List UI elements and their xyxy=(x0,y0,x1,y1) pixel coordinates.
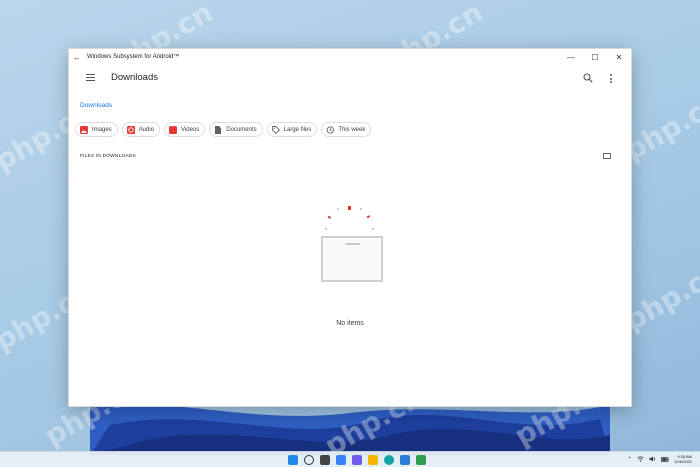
taskbar-apps xyxy=(288,455,426,465)
task-view-icon[interactable] xyxy=(320,455,330,465)
chip-label: Images xyxy=(92,126,112,133)
video-icon xyxy=(169,125,178,134)
chip-this-week[interactable]: This week xyxy=(321,122,372,137)
empty-message: No items xyxy=(336,320,364,327)
hamburger-menu-icon[interactable] xyxy=(86,74,95,81)
battery-icon[interactable] xyxy=(661,456,670,462)
app-bar: Downloads xyxy=(69,65,631,93)
search-icon[interactable] xyxy=(583,73,593,83)
image-icon xyxy=(80,125,88,134)
app-window: ← Windows Subsystem for Android™ — ☐ ✕ D… xyxy=(68,48,632,407)
window-controls: — ☐ ✕ xyxy=(559,49,631,65)
chat-icon[interactable] xyxy=(352,455,362,465)
section-heading: FILES IN DOWNLOADS xyxy=(80,154,136,159)
widgets-icon[interactable] xyxy=(336,455,346,465)
tag-icon xyxy=(271,125,280,134)
wifi-icon[interactable] xyxy=(637,456,644,462)
chip-label: Audio xyxy=(138,126,155,133)
more-options-icon[interactable] xyxy=(609,74,613,84)
minimize-button[interactable]: — xyxy=(559,49,583,65)
filter-chips: Images Audio Videos Documents Large file… xyxy=(75,122,372,137)
breadcrumb[interactable]: Downloads xyxy=(80,102,112,109)
android-app-icon[interactable] xyxy=(416,455,426,465)
tray-overflow-icon[interactable]: ⌃ xyxy=(627,456,632,463)
clock[interactable]: 9:28 AM 10/6/2021 xyxy=(674,454,692,464)
search-icon[interactable] xyxy=(304,455,314,465)
clock-date: 10/6/2021 xyxy=(674,459,692,464)
title-bar: ← Windows Subsystem for Android™ — ☐ ✕ xyxy=(69,49,631,65)
empty-state: No items xyxy=(69,204,631,327)
chip-label: This week xyxy=(338,126,366,133)
edge-icon[interactable] xyxy=(384,455,394,465)
system-tray: ⌃ 9:28 AM 10/6/2021 xyxy=(627,454,692,464)
maximize-button[interactable]: ☐ xyxy=(583,49,607,65)
chip-audio[interactable]: Audio xyxy=(121,122,161,137)
chip-label: Documents xyxy=(226,126,257,133)
empty-folder-illustration xyxy=(315,204,385,284)
chip-label: Large files xyxy=(283,126,312,133)
chip-videos[interactable]: Videos xyxy=(164,122,206,137)
volume-icon[interactable] xyxy=(649,456,656,462)
file-explorer-icon[interactable] xyxy=(368,455,378,465)
chip-images[interactable]: Images xyxy=(75,122,118,137)
chip-label: Videos xyxy=(181,126,200,133)
close-button[interactable]: ✕ xyxy=(607,49,631,65)
chip-large-files[interactable]: Large files xyxy=(266,122,318,137)
sparkle-icon xyxy=(325,206,374,230)
chip-documents[interactable]: Documents xyxy=(209,122,263,137)
history-icon xyxy=(326,125,335,134)
window-title: Windows Subsystem for Android™ xyxy=(87,54,180,60)
taskbar: ⌃ 9:28 AM 10/6/2021 xyxy=(0,451,700,467)
store-icon[interactable] xyxy=(400,455,410,465)
start-icon[interactable] xyxy=(288,455,298,465)
empty-box xyxy=(321,236,383,282)
grid-view-icon[interactable] xyxy=(603,153,611,159)
back-arrow-icon[interactable]: ← xyxy=(69,53,85,62)
document-icon xyxy=(215,125,222,134)
page-title: Downloads xyxy=(111,72,158,83)
audio-icon xyxy=(126,125,135,134)
